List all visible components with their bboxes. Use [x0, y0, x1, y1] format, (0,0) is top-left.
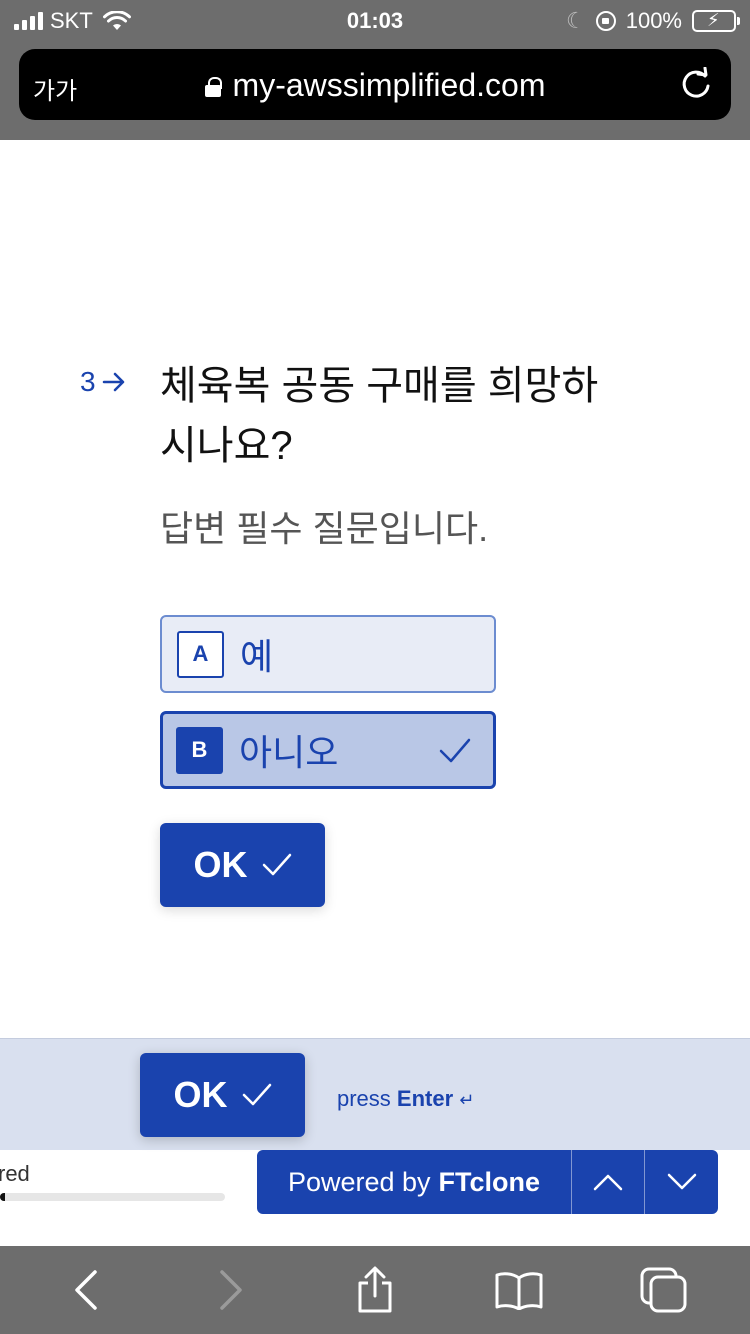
check-icon [439, 738, 471, 763]
browser-top-chrome: SKT 01:03 ☾ 100% ⚡ 가가 my-awssimplified.c… [0, 0, 750, 140]
share-button[interactable] [345, 1260, 405, 1320]
choice-label: 아니오 [239, 732, 339, 773]
back-button[interactable] [56, 1260, 116, 1320]
chevron-up-icon [593, 1174, 623, 1191]
press-enter-hint: press Enter ↵ [337, 1086, 474, 1112]
moon-icon: ☾ [565, 8, 586, 33]
browser-toolbar [0, 1246, 750, 1334]
ok-label: OK [193, 844, 248, 885]
progress-fill [0, 1193, 5, 1201]
choice-key: A [177, 630, 224, 678]
powered-prefix: Powered by [287, 1166, 431, 1197]
tabs-icon [640, 1267, 687, 1313]
powered-by-bar: Powered by FTclone [257, 1150, 718, 1214]
status-bar: SKT 01:03 ☾ 100% ⚡ [0, 0, 750, 44]
question-title: 체육복 공동 구매를 희망하시나요? [160, 364, 599, 468]
question-number-text: 3 [80, 366, 96, 397]
choice-b[interactable]: B 아니오 [160, 711, 496, 789]
enter-text: Enter [396, 1086, 454, 1111]
tabs-button[interactable] [634, 1260, 694, 1320]
question-number: 3 [80, 366, 126, 398]
ok-label: OK [173, 1074, 228, 1115]
share-icon [358, 1266, 392, 1313]
arrow-right-icon [102, 372, 124, 392]
choice-a[interactable]: A 예 [160, 615, 496, 693]
progress-bar [0, 1193, 225, 1201]
ok-button[interactable]: OK [160, 823, 325, 907]
forward-button[interactable] [201, 1260, 261, 1320]
orientation-lock-icon [595, 11, 616, 31]
battery-percent: 100% [625, 8, 682, 33]
enter-key-icon: ↵ [459, 1090, 475, 1110]
battery-icon: ⚡ [692, 10, 740, 32]
question-description: 답변 필수 질문입니다. [160, 508, 489, 549]
bottom-ok-button[interactable]: OK [140, 1053, 305, 1137]
address-bar[interactable]: 가가 my-awssimplified.com [19, 49, 731, 120]
check-icon [242, 1083, 271, 1106]
chevron-left-icon [75, 1270, 97, 1310]
chevron-down-icon [667, 1173, 696, 1190]
choice-label: 예 [240, 636, 274, 677]
book-icon [495, 1272, 543, 1310]
url-display[interactable]: my-awssimplified.com [19, 67, 731, 104]
status-right: ☾ 100% ⚡ [565, 8, 740, 34]
padlock-icon [204, 77, 222, 97]
check-icon [262, 853, 291, 876]
powered-by-link[interactable]: Powered by FTclone [257, 1150, 571, 1214]
chevron-right-icon [219, 1270, 242, 1310]
next-question-button[interactable] [644, 1150, 718, 1214]
powered-brand: FTclone [438, 1166, 541, 1197]
press-text: press [337, 1086, 391, 1111]
url-text: my-awssimplified.com [232, 67, 546, 103]
previous-question-button[interactable] [571, 1150, 644, 1214]
bookmarks-button[interactable] [489, 1260, 549, 1320]
reload-icon[interactable] [679, 67, 713, 101]
choice-key: B [176, 726, 223, 774]
progress-label: red [0, 1161, 30, 1186]
